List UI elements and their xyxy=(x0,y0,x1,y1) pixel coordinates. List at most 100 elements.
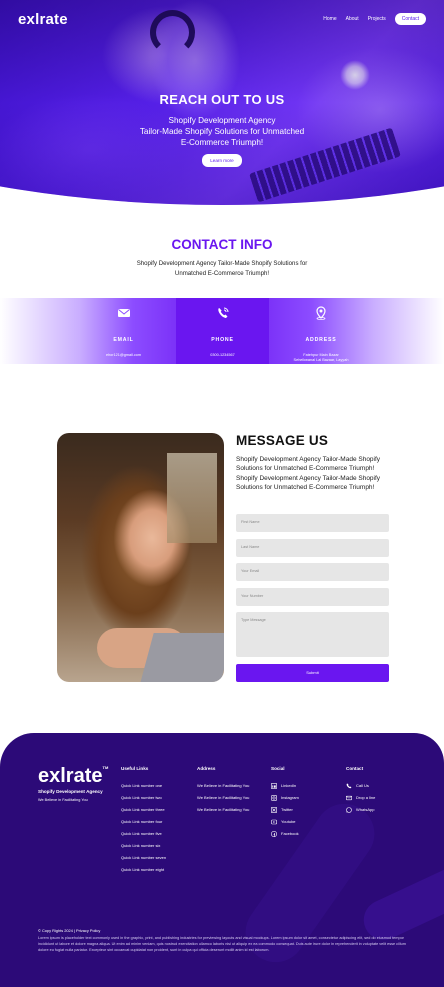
social-column: Social LinkedIn Instagram Twitter Youtub… xyxy=(271,766,299,840)
whatsapp-icon xyxy=(346,807,352,813)
footer-tagline: We Believe in Facilitating You xyxy=(38,798,88,802)
location-icon xyxy=(316,306,326,320)
message-us-text: Shopify Development Agency Tailor-Made S… xyxy=(236,456,381,491)
message-us-title: MESSAGE US xyxy=(236,433,329,448)
top-nav: exlrate Home About Projects Contact xyxy=(0,0,444,38)
contact-info-sub-line-1: Shopify Development Agency Tailor-Made S… xyxy=(136,260,308,267)
hero-section: exlrate Home About Projects Contact REAC… xyxy=(0,0,444,205)
mail-icon xyxy=(346,795,352,801)
footer-agency: Shopify Development Agency xyxy=(38,789,103,794)
contact-call[interactable]: Call Us xyxy=(346,780,375,792)
quick-link[interactable]: Quick Link number one xyxy=(121,780,166,792)
email-card[interactable]: EMAIL ehor121@gmail.com xyxy=(72,298,175,364)
contact-cards: EMAIL ehor121@gmail.com PHONE 0300-12345… xyxy=(0,298,444,364)
hero-line-1: Shopify Development Agency xyxy=(168,116,276,125)
quick-link[interactable]: Quick Link number four xyxy=(121,816,166,828)
contact-column: Contact Call Us Drop a line WhatsApp xyxy=(346,766,375,816)
nav-contact-button[interactable]: Contact xyxy=(394,13,426,25)
phone-card[interactable]: PHONE 0300-1234567 xyxy=(176,298,269,364)
last-name-field[interactable]: Last Name xyxy=(236,539,389,557)
address-label: ADDRESS xyxy=(305,337,337,343)
email-field[interactable]: Your Email xyxy=(236,563,389,581)
quick-link[interactable]: Quick Link number five xyxy=(121,828,166,840)
woman-photo xyxy=(57,433,224,682)
first-name-field[interactable]: First Name xyxy=(236,514,389,532)
contact-info-title: CONTACT INFO xyxy=(171,237,273,252)
photo-laptop xyxy=(140,633,224,682)
phone-icon xyxy=(217,307,228,318)
submit-button[interactable]: Submit xyxy=(236,664,389,682)
email-value[interactable]: ehor121@gmail.com xyxy=(72,353,175,358)
address-item: We Believe in Facilitating You xyxy=(197,795,250,800)
social-instagram[interactable]: Instagram xyxy=(271,792,299,804)
phone-label: PHONE xyxy=(211,337,234,343)
contact-info-subtitle: Shopify Development Agency Tailor-Made S… xyxy=(110,259,334,278)
logo[interactable]: exlrate xyxy=(18,11,68,28)
number-field[interactable]: Your Number xyxy=(236,588,389,606)
useful-links-title: Useful Links xyxy=(121,766,149,771)
instagram-icon xyxy=(271,795,277,801)
email-label: EMAIL xyxy=(113,337,134,343)
phone-icon xyxy=(346,783,352,789)
social-instagram-label: Instagram xyxy=(281,795,299,800)
address-line-2: Seheikwanal Lal Bazaar, Layyah xyxy=(293,358,349,362)
quick-link[interactable]: Quick Link number three xyxy=(121,804,166,816)
social-youtube[interactable]: Youtube xyxy=(271,816,299,828)
footer: exlrateTM Shopify Development Agency We … xyxy=(0,733,444,987)
last-name-placeholder: Last Name xyxy=(241,545,260,549)
social-youtube-label: Youtube xyxy=(281,819,296,824)
mail-icon xyxy=(117,309,130,317)
social-twitter[interactable]: Twitter xyxy=(271,804,299,816)
address-column: Address We Believe in Facilitating You W… xyxy=(197,766,249,816)
useful-links-column: Useful Links Quick Link number one Quick… xyxy=(121,766,166,876)
social-facebook[interactable]: Facebook xyxy=(271,828,299,840)
address-item: We Believe in Facilitating You xyxy=(197,783,250,788)
facebook-icon xyxy=(271,831,277,837)
youtube-icon xyxy=(271,819,277,825)
email-placeholder: Your Email xyxy=(241,569,260,573)
page: exlrate Home About Projects Contact REAC… xyxy=(0,0,444,987)
quick-link[interactable]: Quick Link number two xyxy=(121,792,166,804)
nav-about[interactable]: About xyxy=(346,16,359,22)
contact-call-label: Call Us xyxy=(356,783,369,788)
contact-mail[interactable]: Drop a line xyxy=(346,792,375,804)
phone-value[interactable]: 0300-1234567 xyxy=(176,353,269,358)
address-item: We Believe in Facilitating You xyxy=(197,807,250,812)
footer-logo-tm: TM xyxy=(102,765,109,770)
hero-line-2: Tailor-Made Shopify Solutions for Unmatc… xyxy=(139,127,305,136)
hero-title: REACH OUT TO US xyxy=(159,92,285,107)
linkedin-icon xyxy=(271,783,277,789)
hero-content: REACH OUT TO US Shopify Development Agen… xyxy=(0,92,444,167)
contact-whatsapp[interactable]: WhatsApp xyxy=(346,804,375,816)
contact-title: Contact xyxy=(346,766,364,771)
quick-link[interactable]: Quick Link number eight xyxy=(121,864,166,876)
address-card[interactable]: ADDRESS Fatehpur Main Bazar Seheikwanal … xyxy=(274,298,368,364)
footer-logo[interactable]: exlrateTM xyxy=(38,765,108,788)
footer-logo-text: exlrate xyxy=(38,765,103,787)
contact-whatsapp-label: WhatsApp xyxy=(356,807,375,812)
nav-links: Home About Projects Contact xyxy=(323,13,426,25)
quick-link[interactable]: Quick Link number six xyxy=(121,840,166,852)
number-placeholder: Your Number xyxy=(241,594,264,598)
hero-subtitle: Shopify Development Agency Tailor-Made S… xyxy=(0,115,444,148)
social-linkedin-label: LinkedIn xyxy=(281,783,297,788)
twitter-icon xyxy=(271,807,277,813)
hero-line-3: E-Commerce Triumph! xyxy=(180,138,264,147)
footer-description: Lorem ipsum is placeholder text commonly… xyxy=(38,936,406,952)
social-facebook-label: Facebook xyxy=(281,831,299,836)
message-field[interactable]: Type Message xyxy=(236,612,389,657)
address-title: Address xyxy=(197,766,216,771)
footer-decor-2 xyxy=(357,859,444,947)
message-placeholder: Type Message xyxy=(241,618,266,622)
social-linkedin[interactable]: LinkedIn xyxy=(271,780,299,792)
nav-projects[interactable]: Projects xyxy=(368,16,386,22)
address-value: Fatehpur Main Bazar Seheikwanal Lal Baza… xyxy=(274,353,368,363)
nav-home[interactable]: Home xyxy=(323,16,336,22)
quick-link[interactable]: Quick Link number seven xyxy=(121,852,166,864)
copyright[interactable]: © Copy Rights 2024 | Privacy Policy xyxy=(38,928,100,933)
contact-info-sub-line-2: Unmatched E-Commerce Triumph! xyxy=(174,269,270,277)
contact-mail-label: Drop a line xyxy=(356,795,376,800)
social-title: Social xyxy=(271,766,285,771)
learn-more-button[interactable]: Learn more xyxy=(202,154,242,167)
photo-window xyxy=(167,453,217,543)
